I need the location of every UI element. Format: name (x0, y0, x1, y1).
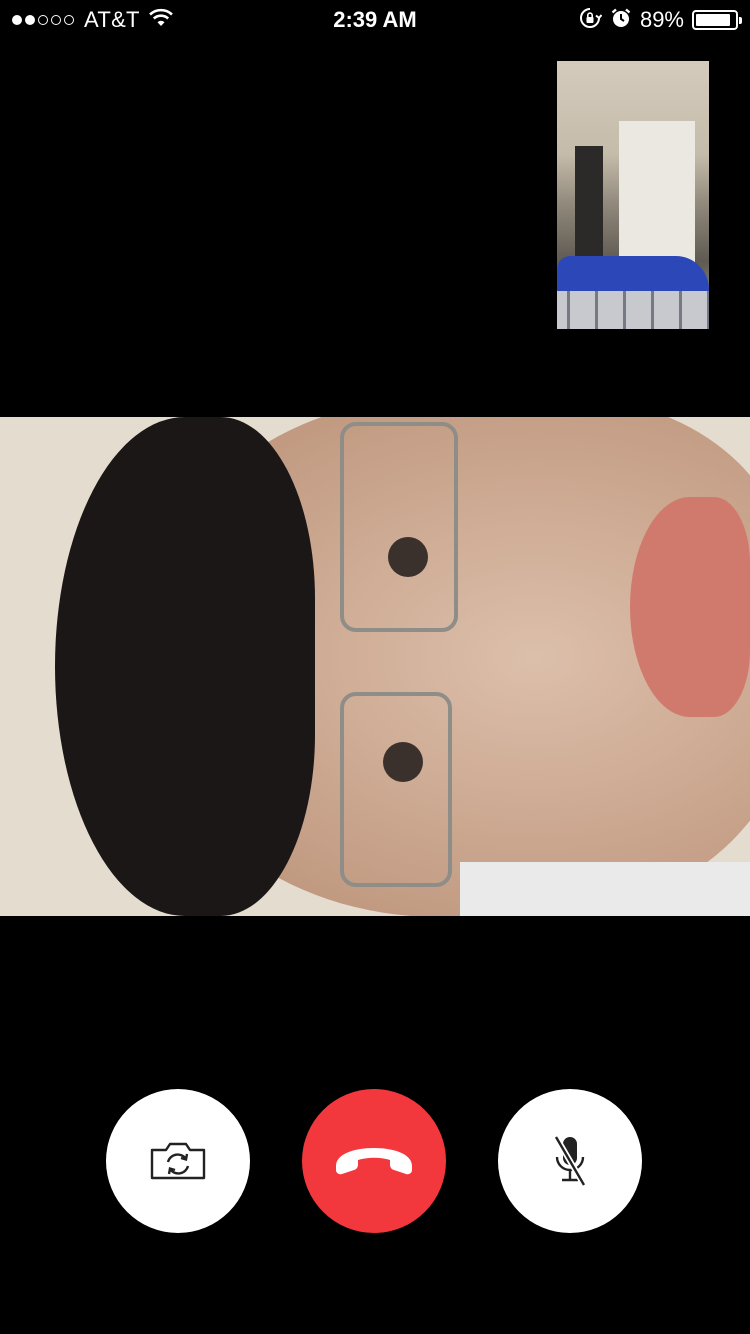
preview-scene-blanket (557, 256, 709, 296)
mute-button[interactable] (498, 1089, 642, 1233)
microphone-muted-icon (550, 1135, 590, 1187)
glasses-lens (340, 692, 452, 887)
preview-scene-bed (557, 291, 709, 329)
status-bar: AT&T 2:39 AM 89% (0, 0, 750, 40)
camera-flip-icon (149, 1141, 207, 1181)
end-call-button[interactable] (302, 1089, 446, 1233)
battery-percentage: 89% (639, 7, 684, 32)
remote-shirt (460, 862, 750, 916)
battery-icon (692, 10, 742, 30)
phone-hangup-icon (332, 1144, 416, 1178)
glasses-lens (340, 422, 458, 632)
remote-mouth (630, 497, 750, 717)
remote-participant-video[interactable] (0, 417, 750, 916)
preview-scene-door (619, 121, 695, 271)
alarm-icon (610, 7, 632, 34)
self-video-preview[interactable] (557, 61, 709, 329)
orientation-lock-icon (578, 6, 603, 35)
flip-camera-button[interactable] (106, 1089, 250, 1233)
remote-hair (55, 417, 315, 916)
status-right: 89% (578, 6, 742, 35)
battery-level (696, 14, 730, 26)
